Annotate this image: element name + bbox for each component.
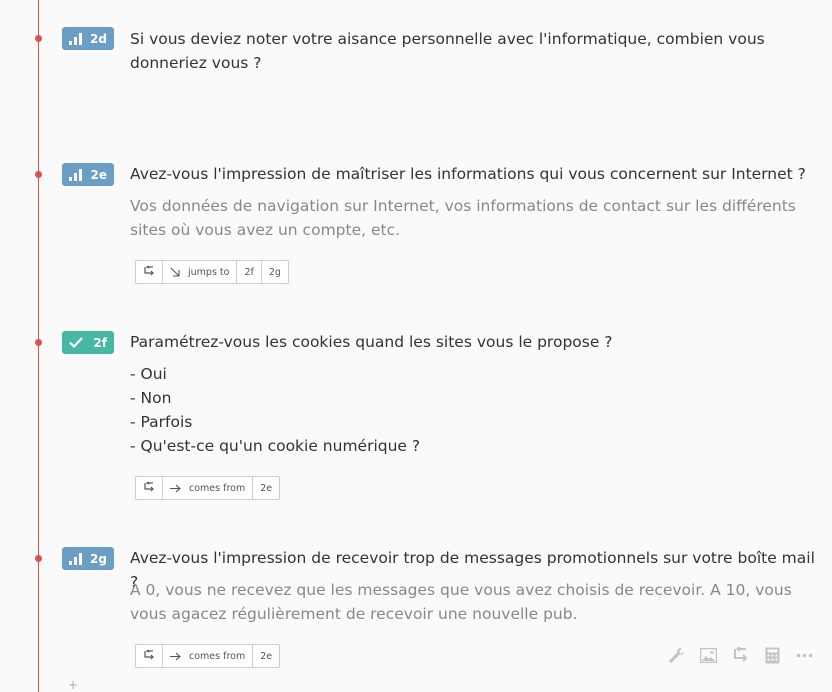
question-badge-2e[interactable]: 2e [62, 163, 114, 186]
logic-target[interactable]: 2e [252, 645, 279, 667]
logic-relation: comes from [162, 645, 252, 667]
question-badge-2d[interactable]: 2d [62, 27, 114, 50]
calculator-icon[interactable] [763, 646, 782, 665]
timeline-dot [35, 555, 42, 562]
question-badge-2f[interactable]: 2f [62, 331, 114, 354]
arrow-right-icon [170, 652, 181, 660]
question-number: 2d [90, 31, 107, 46]
question-description: A 0, vous ne recevez que les messages qu… [130, 581, 792, 623]
question-badge-2g[interactable]: 2g [62, 547, 114, 570]
choice-item: - Oui [130, 365, 167, 383]
logic-target[interactable]: 2e [252, 477, 279, 499]
add-question-button[interactable]: + [68, 678, 78, 692]
logic-icon[interactable] [731, 646, 750, 665]
choice-list: - Oui - Non - Parfois - Qu'est-ce qu'un … [130, 362, 730, 458]
more-icon[interactable] [795, 646, 814, 665]
logic-relation: comes from [162, 477, 252, 499]
logic-bar[interactable]: comes from 2e [135, 644, 281, 668]
image-icon[interactable] [699, 646, 718, 665]
question-number: 2e [90, 167, 108, 182]
question-description: Vos données de navigation sur Internet, … [130, 197, 796, 239]
question-text[interactable]: Si vous deviez noter votre aisance perso… [130, 27, 822, 75]
logic-icon[interactable] [136, 261, 162, 283]
logic-icon[interactable] [136, 477, 162, 499]
wrench-icon[interactable] [667, 646, 686, 665]
choice-item: - Qu'est-ce qu'un cookie numérique ? [130, 437, 421, 455]
logic-target[interactable]: 2f [236, 261, 260, 283]
logic-icon[interactable] [136, 645, 162, 667]
logic-bar[interactable]: comes from 2e [135, 476, 281, 500]
question-number: 2f [93, 335, 107, 350]
question-toolbar [667, 646, 814, 665]
arrow-right-icon [170, 484, 181, 492]
bar-chart-icon [69, 168, 82, 181]
logic-relation: jumps to [162, 261, 236, 283]
timeline-dot [35, 35, 42, 42]
arrow-down-right-icon [170, 267, 180, 277]
choice-item: - Parfois [130, 413, 193, 431]
logic-bar[interactable]: jumps to 2f 2g [135, 260, 289, 284]
timeline-line [38, 0, 39, 692]
checkmark-icon [69, 337, 83, 348]
logic-target[interactable]: 2g [260, 261, 288, 283]
question-text[interactable]: Paramétrez-vous les cookies quand les si… [130, 330, 822, 354]
bar-chart-icon [69, 552, 82, 565]
timeline-dot [35, 339, 42, 346]
question-text[interactable]: Avez-vous l'impression de maîtriser les … [130, 162, 822, 186]
question-number: 2g [90, 551, 107, 566]
timeline-dot [35, 171, 42, 178]
bar-chart-icon [69, 32, 82, 45]
choice-item: - Non [130, 389, 172, 407]
